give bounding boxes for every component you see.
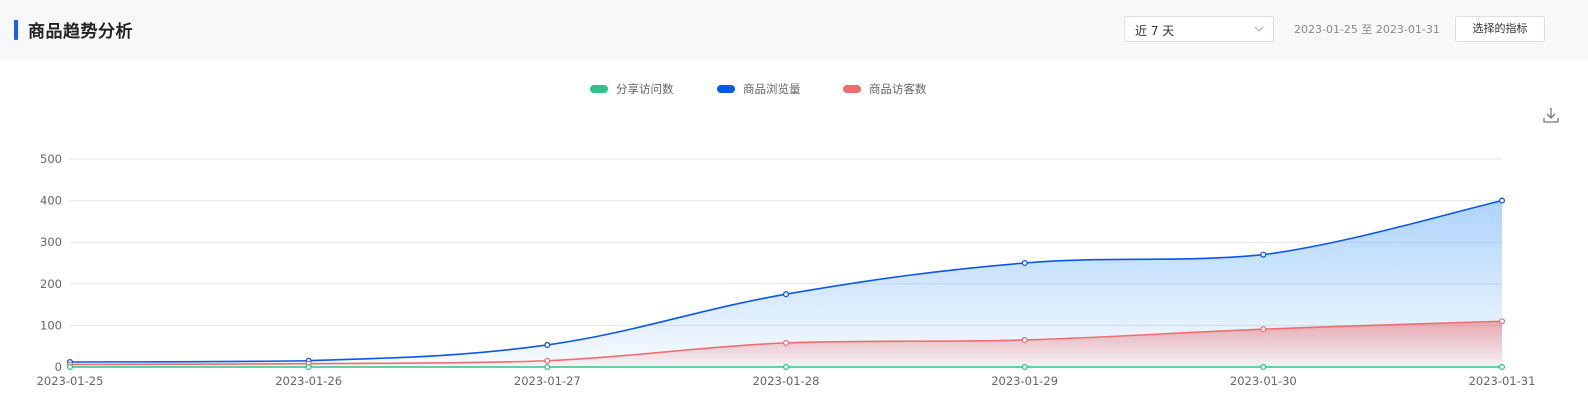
x-tick-label: 2023-01-30 <box>1230 374 1297 388</box>
x-tick-label: 2023-01-28 <box>753 374 820 388</box>
data-point <box>1021 363 1028 371</box>
x-tick-label: 2023-01-29 <box>991 374 1058 388</box>
y-tick-label: 300 <box>40 235 62 249</box>
x-tick-label: 2023-01-26 <box>275 374 342 388</box>
data-point <box>1498 197 1506 204</box>
y-tick-label: 500 <box>40 152 62 166</box>
data-point <box>1498 318 1506 325</box>
download-icon[interactable] <box>1542 106 1560 124</box>
data-point <box>544 357 551 364</box>
data-point <box>1498 363 1506 371</box>
data-point <box>544 341 551 349</box>
data-point <box>1260 326 1267 333</box>
data-point <box>1260 363 1267 371</box>
x-tick-label: 2023-01-27 <box>514 374 581 388</box>
data-point <box>305 363 312 371</box>
trend-chart: 0 100 200 300 400 500 2023-01-25 2023-01-26 2023… <box>37 152 1536 388</box>
data-point <box>782 291 790 298</box>
y-tick-label: 100 <box>40 318 62 332</box>
y-tick-label: 400 <box>40 194 62 208</box>
y-tick-label: 0 <box>55 360 62 374</box>
data-point <box>1260 251 1267 258</box>
data-point <box>1021 259 1028 267</box>
data-point <box>544 363 551 371</box>
data-point <box>1021 336 1028 344</box>
data-point <box>66 363 74 371</box>
data-point <box>782 339 790 346</box>
y-tick-label: 200 <box>40 277 62 291</box>
x-tick-label: 2023-01-31 <box>1469 374 1536 388</box>
data-point <box>782 363 790 371</box>
x-tick-label: 2023-01-25 <box>37 374 104 388</box>
